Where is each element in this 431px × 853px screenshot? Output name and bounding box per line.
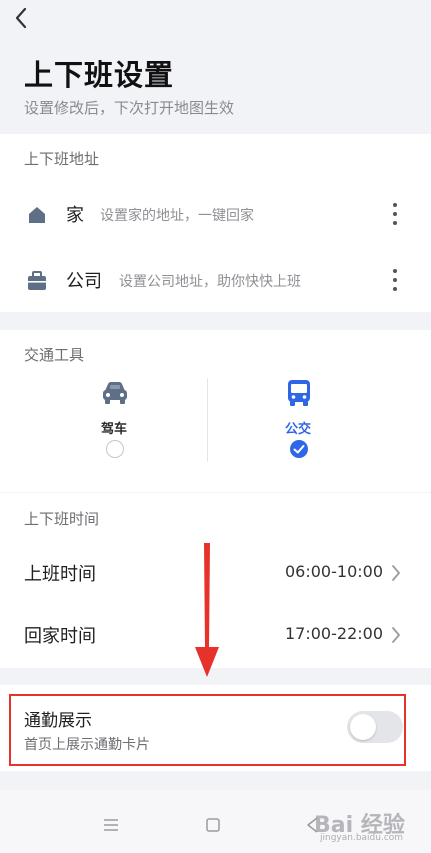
time-section-title: 上下班时间	[24, 510, 100, 528]
radio-selected[interactable]	[290, 440, 308, 458]
menu-icon[interactable]	[102, 816, 120, 834]
return-time-value: 17:00-22:00	[285, 624, 383, 643]
car-icon	[103, 382, 127, 404]
page-title: 上下班设置	[24, 58, 175, 92]
briefcase-icon	[28, 271, 46, 290]
chevron-right-icon	[392, 565, 400, 581]
work-hint: 设置公司地址，助你快快上班	[119, 274, 301, 290]
home-address-row[interactable]: 家 设置家的地址，一键回家	[0, 186, 431, 242]
home-hint: 设置家的地址，一键回家	[100, 208, 254, 224]
page-subtitle: 设置修改后，下次打开地图生效	[24, 99, 235, 117]
more-options-icon[interactable]	[386, 266, 404, 294]
bus-icon	[288, 380, 310, 406]
home-button-icon[interactable]	[204, 816, 222, 834]
watermark-url: jingyan.baidu.com	[320, 833, 404, 843]
mode-bus[interactable]: 公交	[198, 378, 398, 468]
mode-driving[interactable]: 驾车	[14, 378, 214, 468]
annotation-highlight-box	[9, 694, 406, 766]
return-time-label: 回家时间	[24, 626, 96, 647]
more-options-icon[interactable]	[386, 200, 404, 228]
departure-time-label: 上班时间	[24, 564, 96, 585]
annotation-arrow-icon	[195, 543, 219, 677]
home-icon	[29, 207, 45, 223]
work-address-row[interactable]: 公司 设置公司地址，助你快快上班	[0, 252, 431, 308]
chevron-right-icon	[392, 627, 400, 643]
mode-label: 驾车	[100, 422, 127, 437]
departure-time-value: 06:00-10:00	[285, 562, 383, 581]
radio-unselected[interactable]	[106, 440, 124, 458]
address-card: 上下班地址 家 设置家的地址，一键回家 公司 设置公司地址，助你快快上班	[0, 134, 431, 312]
work-label: 公司	[66, 271, 102, 292]
mode-label: 公交	[284, 422, 311, 437]
back-arrow-icon[interactable]	[10, 4, 34, 32]
checkmark-icon	[293, 445, 305, 454]
home-label: 家	[66, 205, 84, 226]
transport-section-title: 交通工具	[24, 346, 85, 364]
address-section-title: 上下班地址	[24, 150, 100, 168]
